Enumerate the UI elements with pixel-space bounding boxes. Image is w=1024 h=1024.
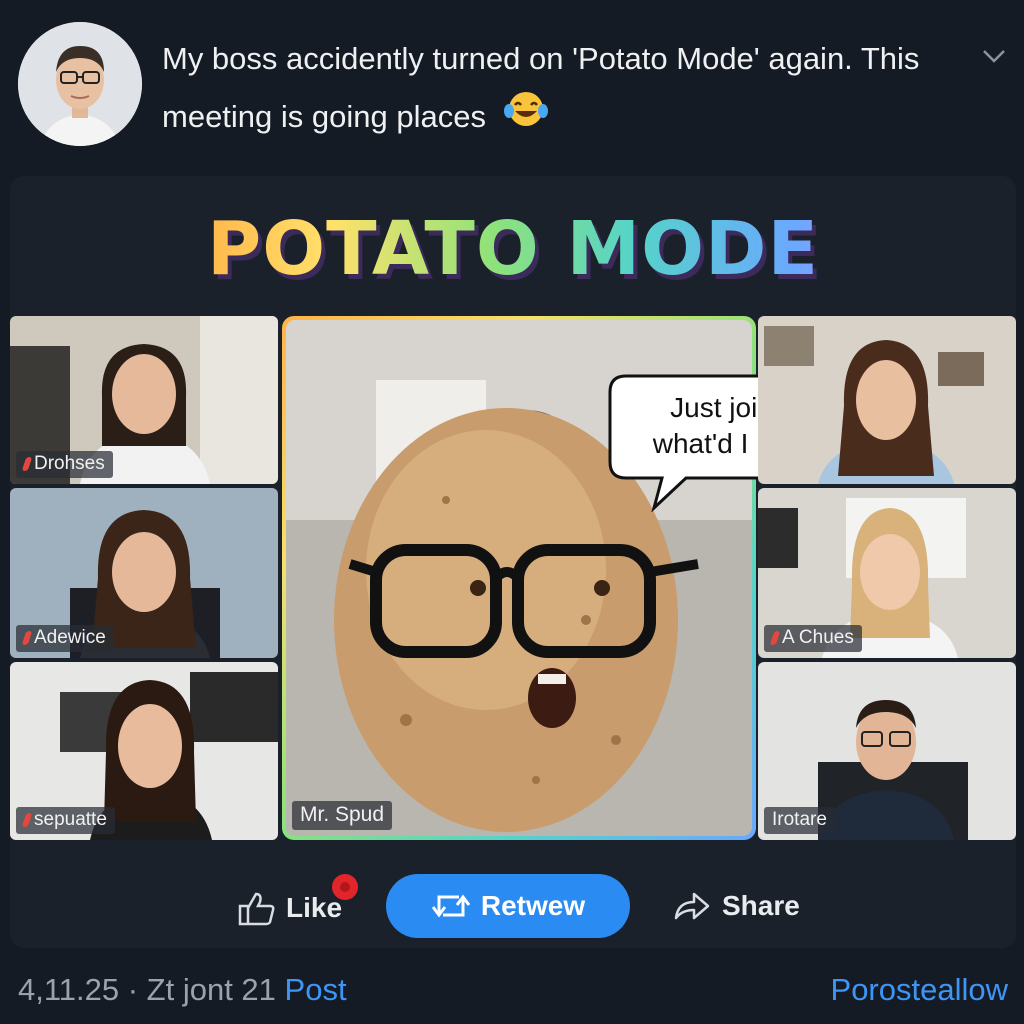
- participant-name: Drohses: [34, 453, 105, 474]
- muted-mic-icon: [21, 631, 33, 645]
- participant-name-tag: A Chues: [764, 625, 862, 652]
- muted-mic-icon: [21, 813, 33, 827]
- participant-name: A Chues: [782, 627, 854, 648]
- post-text-line2: meeting is going places: [162, 99, 486, 134]
- participant-name-tag: Mr. Spud: [292, 801, 393, 830]
- share-label: Share: [722, 890, 800, 921]
- participant-name: Adewice: [34, 627, 106, 648]
- post-text-line1: My boss accidently turned on 'Potato Mod…: [162, 41, 920, 76]
- participant-name: sepuatte: [34, 809, 107, 830]
- participant-name: Mr. Spud: [300, 803, 385, 826]
- muted-mic-icon: [769, 631, 781, 645]
- post-meta: 4,11.25 · Zt jont 21 Post: [18, 972, 347, 1008]
- participant-name-tag: sepuatte: [16, 807, 115, 834]
- muted-mic-icon: [21, 457, 33, 471]
- participant-tile[interactable]: Drohses: [10, 316, 278, 484]
- share-arrow-icon: [674, 892, 710, 920]
- retweet-icon: [431, 894, 471, 918]
- media-card[interactable]: POTATO MODE POTATO MODE Drohses Adewice: [10, 176, 1016, 948]
- participant-name: Irotare: [772, 809, 827, 830]
- chevron-down-icon[interactable]: [980, 42, 1008, 70]
- participant-tile[interactable]: [758, 316, 1016, 484]
- participant-tile[interactable]: Adewice: [10, 488, 278, 658]
- avatar[interactable]: [18, 22, 142, 146]
- banner-title: POTATO MODE: [10, 206, 1016, 292]
- retweet-button[interactable]: Retwew: [386, 874, 630, 938]
- retweet-label: Retwew: [480, 890, 586, 921]
- participant-name-tag: Irotare: [764, 807, 835, 834]
- participant-name-tag: Drohses: [16, 451, 113, 478]
- post-text: My boss accidently turned on 'Potato Mod…: [162, 30, 962, 148]
- participant-tile[interactable]: sepuatte: [10, 662, 278, 840]
- share-button[interactable]: Share: [672, 890, 800, 922]
- laughing-tears-emoji-icon: [503, 89, 549, 148]
- participant-tile[interactable]: A Chues: [758, 488, 1016, 658]
- post-meta-text: 4,11.25 · Zt jont 21: [18, 972, 276, 1007]
- participant-tile[interactable]: Irotare: [758, 662, 1016, 840]
- notification-badge: [332, 874, 358, 900]
- like-button[interactable]: Like: [236, 890, 342, 926]
- action-bar: Like Retwew Share: [0, 872, 1024, 942]
- post-link[interactable]: Post: [285, 972, 347, 1007]
- thumbs-up-icon: [238, 892, 275, 926]
- participant-name-tag: Adewice: [16, 625, 114, 652]
- follow-link[interactable]: Porosteallow: [831, 972, 1008, 1008]
